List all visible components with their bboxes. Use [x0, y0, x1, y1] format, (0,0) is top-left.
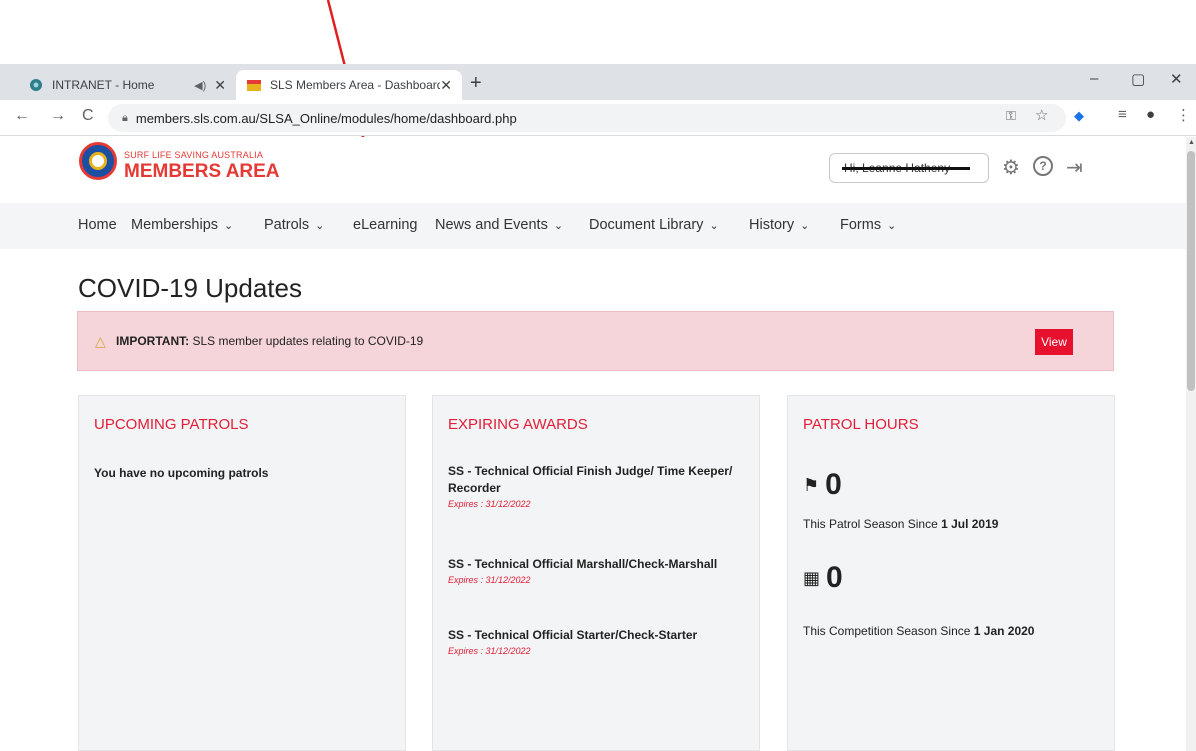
- award-item[interactable]: SS - Technical Official Marshall/Check-M…: [448, 556, 748, 585]
- expiring-awards-card: EXPIRING AWARDS SS - Technical Official …: [432, 395, 760, 751]
- competition-hours-value: 0: [826, 561, 843, 594]
- nav-memberships[interactable]: Memberships ⌄: [131, 217, 233, 233]
- competition-season-date: 1 Jan 2020: [973, 624, 1035, 638]
- nav-label: Patrols: [264, 217, 310, 233]
- covid-alert-banner: △ IMPORTANT: SLS member updates relating…: [77, 311, 1114, 371]
- nav-news-and-events[interactable]: News and Events ⌄: [435, 217, 563, 233]
- window-close-button[interactable]: ✕: [1170, 70, 1183, 88]
- chevron-down-icon: ⌄: [315, 220, 325, 232]
- bell-icon: △: [95, 333, 106, 349]
- key-icon[interactable]: ⚿: [1006, 108, 1016, 124]
- alert-message: IMPORTANT: SLS member updates relating t…: [116, 334, 423, 348]
- redaction-strike: [842, 167, 970, 170]
- browser-tab-strip: INTRANET - Home ◀) ✕ SLS Members Area - …: [0, 64, 1196, 100]
- award-expiry: Expires : 31/12/2022: [448, 499, 531, 509]
- award-expiry: Expires : 31/12/2022: [448, 646, 531, 656]
- sls-logo-icon[interactable]: [79, 142, 117, 180]
- user-greeting-button[interactable]: Hi, Leanne Hatheny: [829, 153, 989, 183]
- award-item[interactable]: SS - Technical Official Finish Judge/ Ti…: [448, 463, 748, 509]
- logout-icon[interactable]: ⇥: [1066, 155, 1083, 180]
- alert-text: SLS member updates relating to COVID-19: [189, 334, 424, 348]
- tab-sls-dashboard[interactable]: SLS Members Area - Dashboard ✕: [236, 70, 462, 100]
- nav-label: News and Events: [435, 217, 548, 233]
- logo-title[interactable]: MEMBERS AREA: [124, 161, 280, 183]
- calendar-icon: ▦: [803, 567, 821, 588]
- scroll-thumb[interactable]: [1187, 151, 1195, 391]
- page-title: COVID-19 Updates: [78, 273, 302, 303]
- card-title: EXPIRING AWARDS: [448, 416, 588, 433]
- maximize-button[interactable]: ▢: [1131, 70, 1145, 88]
- reload-button[interactable]: C: [82, 107, 94, 125]
- new-tab-button[interactable]: +: [470, 72, 482, 95]
- patrol-hours-value: 0: [825, 468, 842, 501]
- address-bar[interactable]: 🔒︎ members.sls.com.au/SLSA_Online/module…: [108, 104, 1066, 132]
- minimize-button[interactable]: –: [1090, 70, 1098, 87]
- lock-icon: 🔒︎: [122, 111, 128, 124]
- site-header: SURF LIFE SAVING AUSTRALIA MEMBERS AREA …: [0, 137, 1186, 203]
- flag-icon: ⚑: [803, 474, 820, 495]
- award-item[interactable]: SS - Technical Official Starter/Check-St…: [448, 627, 748, 656]
- award-name: SS - Technical Official Marshall/Check-M…: [448, 557, 718, 571]
- patrol-season-text: This Patrol Season Since 1 Jul 2019: [803, 517, 998, 531]
- nav-label: Memberships: [131, 217, 219, 233]
- tab-intranet[interactable]: INTRANET - Home ◀) ✕: [18, 70, 236, 100]
- tab-title: INTRANET - Home: [52, 78, 155, 92]
- nav-label: Home: [78, 217, 117, 233]
- nav-forms[interactable]: Forms ⌄: [840, 217, 896, 233]
- logo-subtitle: SURF LIFE SAVING AUSTRALIA: [124, 150, 264, 160]
- tab-close-icon[interactable]: ✕: [214, 77, 226, 94]
- card-title: PATROL HOURS: [803, 416, 919, 433]
- view-button[interactable]: View: [1035, 329, 1073, 355]
- url-text: members.sls.com.au/SLSA_Online/modules/h…: [135, 110, 517, 126]
- chevron-down-icon: ⌄: [800, 220, 810, 232]
- forward-button[interactable]: →: [50, 107, 66, 125]
- intranet-favicon-icon: [28, 77, 44, 93]
- patrol-season-date: 1 Jul 2019: [941, 517, 999, 531]
- award-name: SS - Technical Official Starter/Check-St…: [448, 628, 698, 642]
- nav-patrols[interactable]: Patrols ⌄: [264, 217, 324, 233]
- browser-menu-icon[interactable]: ⋮: [1176, 106, 1191, 124]
- scroll-up-arrow-icon[interactable]: ▲: [1188, 139, 1195, 146]
- extension-icon[interactable]: ◆: [1074, 108, 1084, 124]
- patrol-hours-card: PATROL HOURS ⚑ 0 This Patrol Season Sinc…: [787, 395, 1115, 751]
- nav-label: Forms: [840, 217, 882, 233]
- patrol-hours-stat: ⚑ 0: [803, 468, 842, 502]
- nav-history[interactable]: History ⌄: [749, 217, 809, 233]
- patrol-season-prefix: This Patrol Season Since: [803, 517, 942, 531]
- chevron-down-icon: ⌄: [553, 220, 564, 232]
- reading-list-icon[interactable]: ≡: [1118, 106, 1127, 123]
- chevron-down-icon: ⌄: [224, 220, 234, 232]
- help-icon[interactable]: ?: [1033, 156, 1053, 176]
- alert-important-label: IMPORTANT:: [116, 334, 190, 348]
- bookmark-star-icon[interactable]: ☆: [1035, 106, 1048, 124]
- sls-favicon-icon: [246, 77, 262, 93]
- main-navigation: Home Memberships ⌄ Patrols ⌄ eLearning New…: [0, 203, 1186, 249]
- browser-toolbar: ← → C 🔒︎ members.sls.com.au/SLSA_Online/…: [0, 100, 1196, 136]
- page-scrollbar[interactable]: ▲: [1186, 137, 1196, 751]
- settings-gear-icon[interactable]: ⚙: [1002, 155, 1020, 180]
- nav-label: eLearning: [353, 217, 418, 233]
- tab-title: SLS Members Area - Dashboard: [270, 78, 441, 92]
- competition-season-prefix: This Competition Season Since: [803, 624, 974, 638]
- nav-label: History: [749, 217, 795, 233]
- competition-hours-stat: ▦ 0: [803, 561, 843, 595]
- nav-elearning[interactable]: eLearning: [353, 217, 418, 233]
- chevron-down-icon: ⌄: [887, 220, 897, 232]
- award-name: SS - Technical Official Finish Judge/ Ti…: [448, 464, 733, 495]
- profile-icon[interactable]: ●: [1146, 106, 1155, 123]
- no-patrols-message: You have no upcoming patrols: [94, 466, 269, 480]
- nav-label: Document Library: [589, 217, 704, 233]
- chevron-down-icon: ⌄: [709, 220, 719, 232]
- nav-home[interactable]: Home: [78, 217, 117, 233]
- tab-close-icon[interactable]: ✕: [440, 77, 452, 94]
- upcoming-patrols-card: UPCOMING PATROLS You have no upcoming pa…: [78, 395, 406, 751]
- award-expiry: Expires : 31/12/2022: [448, 575, 531, 585]
- nav-document-library[interactable]: Document Library ⌄: [589, 217, 719, 233]
- back-button[interactable]: ←: [14, 107, 30, 125]
- card-title: UPCOMING PATROLS: [94, 416, 249, 433]
- tab-audio-icon[interactable]: ◀): [194, 79, 206, 92]
- competition-season-text: This Competition Season Since 1 Jan 2020: [803, 624, 1034, 638]
